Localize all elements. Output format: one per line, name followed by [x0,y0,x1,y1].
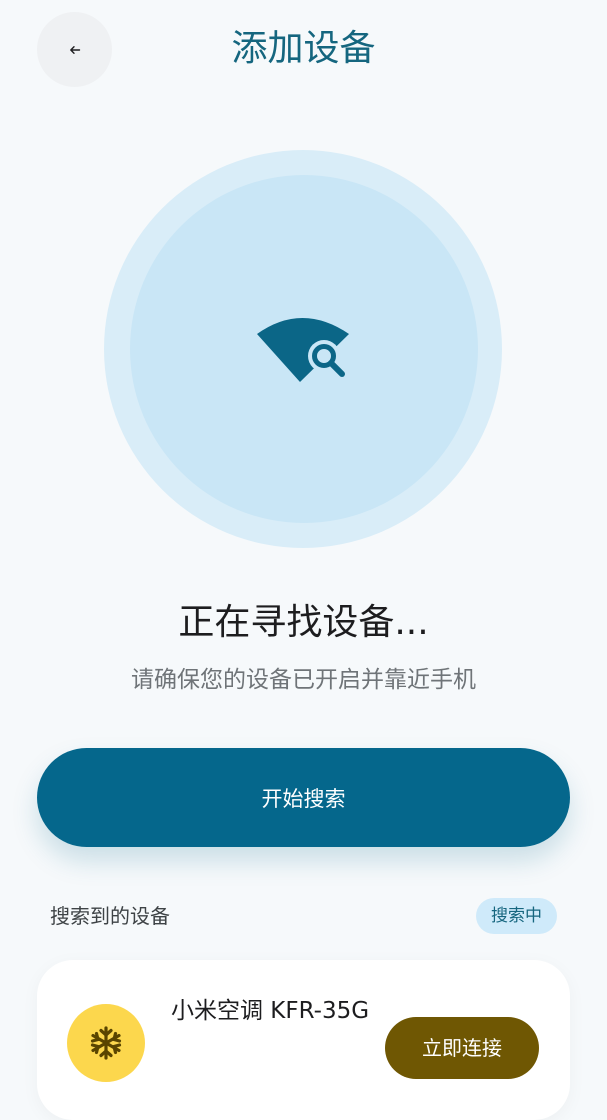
device-name: 小米空调 KFR-35G [171,998,370,1024]
device-card[interactable]: 小米空调 KFR-35G 立即连接 [37,960,570,1120]
scan-status-title: 正在寻找设备... [178,602,429,643]
wifi-search-icon [257,318,349,382]
start-search-button[interactable]: 开始搜索 [37,748,570,847]
scan-status-subtitle: 请确保您的设备已开启并靠近手机 [131,667,476,693]
searching-status-badge: 搜索中 [476,898,557,934]
connect-button[interactable]: 立即连接 [385,1017,539,1079]
page-title: 添加设备 [231,28,376,69]
snowflake-icon [90,1026,122,1060]
device-avatar [67,1004,145,1082]
found-devices-label: 搜索到的设备 [50,904,170,928]
